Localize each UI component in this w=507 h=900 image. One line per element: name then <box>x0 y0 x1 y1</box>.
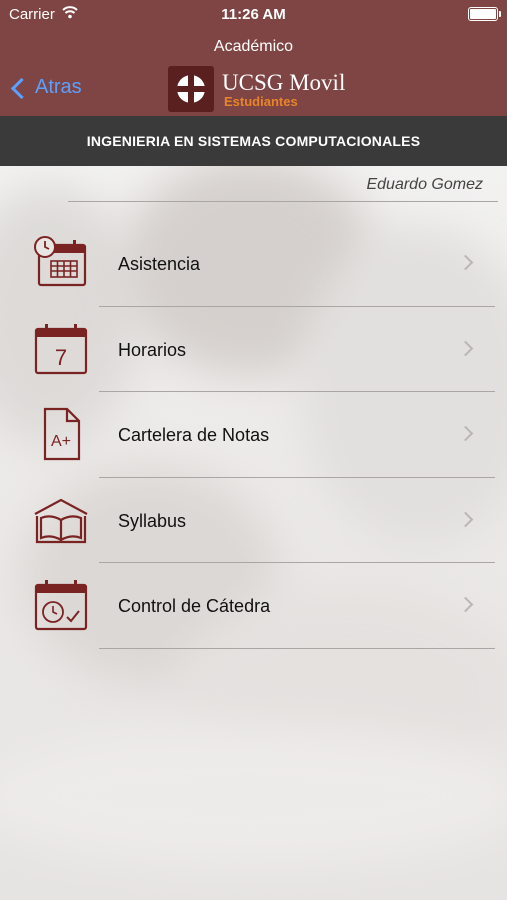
menu-item-label: Control de Cátedra <box>118 596 271 616</box>
chevron-right-icon <box>457 596 474 613</box>
back-label: Atras <box>35 76 82 98</box>
menu-item-label: Cartelera de Notas <box>118 425 270 445</box>
chevron-right-icon <box>457 254 474 271</box>
menu-item-cartelera-de-notas[interactable]: A+ Cartelera de Notas <box>0 392 507 478</box>
svg-text:A+: A+ <box>51 433 71 450</box>
menu-item-label: Asistencia <box>118 254 201 274</box>
menu-list: Asistencia 7 Horarios A+ Cartelera de No… <box>0 221 507 649</box>
section-title: Académico <box>213 38 294 55</box>
svg-text:7: 7 <box>55 345 67 370</box>
clock: 11:26 AM <box>221 6 286 23</box>
chevron-right-icon <box>457 425 474 442</box>
ucsg-logo-icon <box>168 66 214 112</box>
user-name: Eduardo Gomez <box>366 176 483 193</box>
attendance-calendar-icon <box>34 236 87 287</box>
open-book-icon <box>34 498 88 543</box>
back-button[interactable]: Atras <box>10 76 82 100</box>
menu-item-label: Syllabus <box>118 510 187 531</box>
status-bar: Carrier 11:26 AM <box>0 0 507 28</box>
menu-item-asistencia[interactable]: Asistencia <box>0 221 507 307</box>
menu-item-horarios[interactable]: 7 Horarios <box>0 307 507 392</box>
menu-item-label: Horarios <box>118 339 187 360</box>
calendar-clock-check-icon <box>34 580 88 631</box>
chevron-left-icon <box>10 77 33 100</box>
navigation-header: Carrier 11:26 AM Académico Atras UCSG Mo… <box>0 0 507 116</box>
app-logo: UCSG Movil Estudiantes <box>168 66 345 112</box>
separator <box>99 647 495 649</box>
program-title: INGENIERIA EN SISTEMAS COMPUTACIONALES <box>0 116 507 166</box>
divider <box>68 201 498 202</box>
grade-document-icon: A+ <box>43 407 81 461</box>
menu-item-control-de-catedra[interactable]: Control de Cátedra <box>0 563 507 649</box>
logo-subtitle: Estudiantes <box>224 93 298 109</box>
logo-title: UCSG Movil <box>222 69 346 95</box>
chevron-right-icon <box>457 340 474 356</box>
chevron-right-icon <box>457 511 474 527</box>
calendar-7-icon: 7 <box>34 323 88 374</box>
menu-item-syllabus[interactable]: Syllabus <box>0 478 507 563</box>
battery-icon <box>468 7 501 21</box>
